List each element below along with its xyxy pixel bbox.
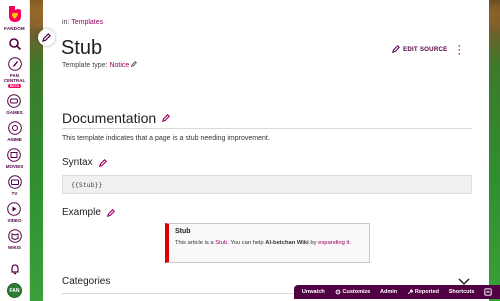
video-play-icon <box>7 202 22 216</box>
notice-body: This article is a Stub. You can help AI-… <box>175 240 363 246</box>
gamepad-icon <box>7 94 22 108</box>
book-icon <box>7 229 22 243</box>
customize-button[interactable]: Customize <box>335 289 371 295</box>
pencil-icon <box>392 45 400 53</box>
nav-item-tv[interactable]: TV <box>7 175 22 196</box>
nav-item-fan-central[interactable]: FAN CENTRAL BETA <box>3 57 26 88</box>
breadcrumb-prefix: in: <box>62 19 70 26</box>
nav-label-tv: TV <box>11 191 18 196</box>
divider <box>62 128 472 129</box>
nav-label-anime: ANIME <box>7 137 22 142</box>
pencil-icon[interactable] <box>98 158 107 167</box>
nav-label-games: GAMES <box>6 110 23 115</box>
bottom-toolbar: Unwatch Customize Admin Reported Shortcu… <box>294 285 500 299</box>
customize-label: Customize <box>342 289 371 295</box>
reported-label: Reported <box>414 289 440 295</box>
documentation-heading-text: Documentation <box>62 110 157 126</box>
bell-icon[interactable] <box>8 262 22 276</box>
notice-title: Stub <box>175 228 191 235</box>
article-page: in: Templates Stub Template type: Notice… <box>43 0 489 301</box>
nav-item-anime[interactable]: ANIME <box>7 121 22 142</box>
example-heading-text: Example <box>62 207 101 218</box>
nav-item-video[interactable]: VIDEO <box>7 202 22 223</box>
rocket-icon <box>7 57 22 71</box>
breadcrumb-link-templates[interactable]: Templates <box>71 19 103 26</box>
pencil-icon[interactable] <box>131 61 138 67</box>
syntax-code-block: {{Stub}} <box>62 175 472 194</box>
nav-label-wikis: WIKIS <box>8 245 21 250</box>
template-type-link[interactable]: Notice <box>109 62 129 69</box>
section-heading-syntax: Syntax <box>62 157 107 168</box>
expand-toolbar-icon[interactable] <box>484 288 492 296</box>
wrench-icon <box>407 289 413 295</box>
anime-icon <box>7 121 22 135</box>
page-title: Stub <box>61 37 103 59</box>
nav-item-movies[interactable]: MOVIES <box>5 148 24 169</box>
expanding-link[interactable]: expanding it <box>318 240 349 246</box>
pencil-icon[interactable] <box>162 114 171 122</box>
search-icon[interactable] <box>8 37 22 51</box>
user-avatar[interactable]: FAN <box>7 283 22 298</box>
template-type-line: Template type: Notice <box>62 61 138 69</box>
shortcuts-button[interactable]: Shortcuts <box>449 289 475 295</box>
notice-text-2: . You can help <box>227 240 264 246</box>
nav-label-fan: FAN CENTRAL <box>3 73 26 83</box>
nav-label-video: VIDEO <box>7 218 22 223</box>
edit-source-label: EDIT SOURCE <box>403 45 448 53</box>
pencil-icon[interactable] <box>106 208 115 217</box>
section-heading-categories[interactable]: Categories <box>62 276 110 287</box>
global-nav: FANDOM FAN CENTRAL BETA GAMES ANIME MOVIE… <box>0 0 30 301</box>
nav-item-wikis[interactable]: WIKIS <box>7 229 22 250</box>
stub-notice-box: Stub This article is a Stub. You can hel… <box>165 223 370 263</box>
film-icon <box>7 148 22 162</box>
documentation-text: This template indicates that a page is a… <box>62 135 270 142</box>
section-heading-documentation: Documentation <box>62 110 171 126</box>
fandom-brand: FANDOM <box>4 26 25 31</box>
categories-heading-text: Categories <box>62 276 111 287</box>
notice-text-3: by <box>310 240 317 246</box>
template-type-label: Template type: <box>62 62 108 69</box>
reported-button[interactable]: Reported <box>407 289 439 295</box>
wiki-name: AI-betchan Wiki <box>265 240 309 246</box>
stub-link[interactable]: Stub <box>215 240 227 246</box>
nav-item-games[interactable]: GAMES <box>6 94 23 115</box>
nav-label-movies: MOVIES <box>5 164 24 169</box>
unwatch-button[interactable]: Unwatch <box>302 289 325 295</box>
notice-text-1: This article is a <box>175 240 214 246</box>
beta-badge: BETA <box>7 84 22 88</box>
breadcrumb: in: Templates <box>62 19 103 26</box>
gear-icon <box>335 289 340 295</box>
notice-text-4: . <box>349 240 351 246</box>
section-heading-example: Example <box>62 207 115 218</box>
more-options-icon[interactable]: · · · <box>458 42 461 59</box>
syntax-heading-text: Syntax <box>62 157 93 168</box>
floating-edit-button[interactable] <box>38 29 55 46</box>
fandom-logo-icon[interactable] <box>5 4 25 24</box>
tv-icon <box>7 175 22 189</box>
pencil-icon <box>42 33 51 42</box>
admin-button[interactable]: Admin <box>380 289 397 295</box>
edit-source-button[interactable]: EDIT SOURCE <box>392 45 448 53</box>
